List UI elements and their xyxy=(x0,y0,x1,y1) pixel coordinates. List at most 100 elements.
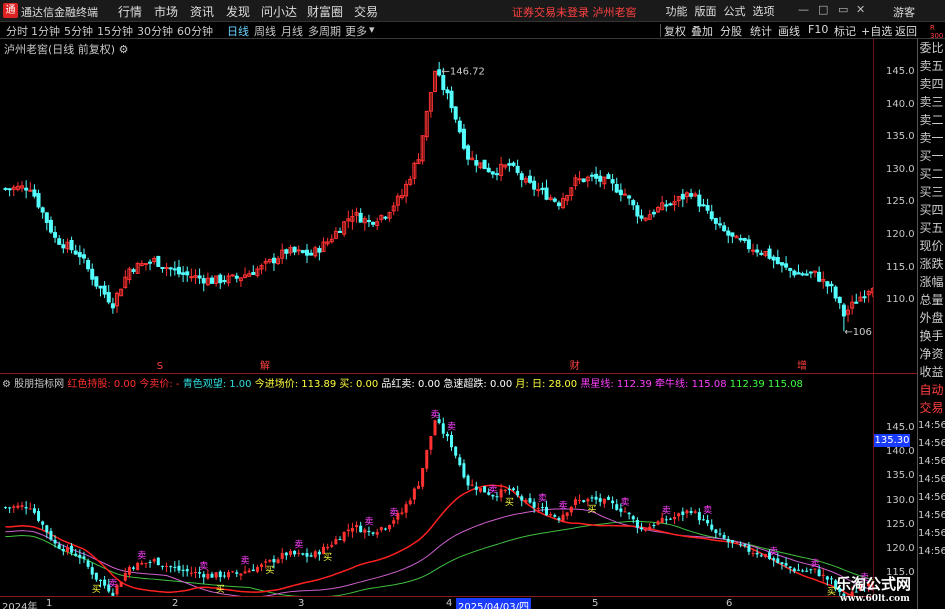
ind-candle-body xyxy=(739,544,743,546)
tf-15min[interactable]: 15分钟 xyxy=(97,23,133,39)
candle-body xyxy=(90,268,95,280)
side-item[interactable]: 买三 xyxy=(918,183,945,201)
price-tick: 145.0 xyxy=(886,66,915,77)
menu-faxian[interactable]: 发现 xyxy=(220,3,256,20)
side-item[interactable]: 卖二 xyxy=(918,111,945,129)
candle-body xyxy=(796,272,801,275)
menu-gongneng[interactable]: 功能 xyxy=(662,3,691,19)
candle-body xyxy=(730,232,735,237)
guest-label[interactable]: 游客 xyxy=(893,4,915,20)
tf-multi[interactable]: 多周期 xyxy=(308,23,341,39)
ind-candle-body xyxy=(664,519,668,521)
ind-candle-body xyxy=(578,500,582,502)
ind-candle-body xyxy=(57,544,61,549)
tf-30min[interactable]: 30分钟 xyxy=(137,23,173,39)
menu-wenxiaoda[interactable]: 问小达 xyxy=(256,3,302,20)
tf-5min[interactable]: 5分钟 xyxy=(64,23,93,39)
tf-fenshi[interactable]: 分时 xyxy=(6,23,28,39)
ind-candle-body xyxy=(346,529,350,532)
candle-body xyxy=(556,202,561,207)
tf-more[interactable]: 更多 xyxy=(345,23,367,39)
tool-back[interactable]: 返回 xyxy=(895,23,917,39)
ind-candle-body xyxy=(417,485,420,489)
tool-fuquan[interactable]: 复权 xyxy=(664,23,686,39)
gear-icon[interactable]: ⚙ xyxy=(2,379,14,390)
candle-body xyxy=(176,266,181,275)
indicator-item: 112.39 xyxy=(726,379,765,390)
candle-body xyxy=(552,198,557,202)
side-item[interactable]: 净资 xyxy=(918,345,945,363)
tf-1min[interactable]: 1分钟 xyxy=(31,23,60,39)
tool-biaoji[interactable]: 标记 xyxy=(834,23,856,39)
side-item[interactable]: 买一 xyxy=(918,147,945,165)
menu-xuanxiang[interactable]: 选项 xyxy=(749,3,778,19)
menu-gongshi[interactable]: 公式 xyxy=(720,3,749,19)
candlestick-chart[interactable]: ←146.72 ←106.75 S 解 财 增 xyxy=(0,39,873,374)
chevron-down-icon[interactable]: ▾ xyxy=(369,23,375,36)
tf-daily[interactable]: 日线 xyxy=(227,23,249,39)
ind-candle-body xyxy=(61,548,65,552)
side-item[interactable]: 买四 xyxy=(918,201,945,219)
side-item[interactable]: 现价 xyxy=(918,237,945,255)
side-item[interactable]: 买二 xyxy=(918,165,945,183)
ind-candle-body xyxy=(251,569,255,572)
tool-fengu[interactable]: 分股 xyxy=(720,23,742,39)
ind-candle-body xyxy=(78,554,82,558)
side-time-item: 14:56 xyxy=(918,474,945,485)
ind-candle-body xyxy=(280,553,284,559)
indicator-item: 红色持股: 0.00 xyxy=(67,379,137,390)
buy-tag: 买 xyxy=(92,584,101,595)
side-item[interactable]: 涨跌 xyxy=(918,255,945,273)
menu-jiaoyi[interactable]: 交易 xyxy=(348,3,384,20)
minimize-icon[interactable]: — xyxy=(798,3,809,16)
menu-banmian[interactable]: 版面 xyxy=(691,3,720,19)
side-item[interactable]: 卖五 xyxy=(918,57,945,75)
tool-add-watchlist[interactable]: +自选 xyxy=(861,23,892,39)
indicator-chart[interactable]: 买卖卖卖买卖买卖买卖卖卖卖卖买 卖卖 买卖卖 卖卖卖买卖 xyxy=(0,376,873,596)
candle-body xyxy=(457,120,462,133)
ind-candle-body xyxy=(144,562,148,564)
tool-huaxian[interactable]: 画线 xyxy=(778,23,800,39)
side-item[interactable]: 卖一 xyxy=(918,129,945,147)
ind-candle-body xyxy=(623,511,627,513)
ind-candle-body xyxy=(714,529,718,534)
menu-hangqing[interactable]: 行情 xyxy=(112,3,148,20)
tool-diejia[interactable]: 叠加 xyxy=(691,23,713,39)
candle-body xyxy=(738,238,743,241)
side-item[interactable]: 委比 xyxy=(918,39,945,57)
candle-body xyxy=(536,189,541,192)
sell-tag: 卖 xyxy=(108,578,117,589)
buy-tag: 买 xyxy=(323,552,332,563)
ind-candle-body xyxy=(772,558,776,561)
side-item[interactable]: 涨幅 xyxy=(918,273,945,291)
ind-candle-body xyxy=(606,496,610,500)
date-tick: 1 xyxy=(46,598,53,609)
ma-line-magenta xyxy=(5,508,873,596)
price-tick: 125.0 xyxy=(886,196,915,208)
menu-shichang[interactable]: 市场 xyxy=(148,3,184,20)
side-item[interactable]: 总量 xyxy=(918,291,945,309)
side-item[interactable]: 卖三 xyxy=(918,93,945,111)
event-marker: 财 xyxy=(570,359,580,372)
tf-monthly[interactable]: 月线 xyxy=(281,23,303,39)
side-item[interactable]: 外盘 xyxy=(918,309,945,327)
ind-candle-body xyxy=(317,551,321,555)
side-panel: 委比 卖五 卖四 卖三 卖二 卖一 买一 买二 买三 买四 买五 现价 涨跌 涨幅 总量 外盘 换手 净资 收益 自动… xyxy=(917,39,945,609)
menu-caifuquan[interactable]: 财富圈 xyxy=(302,3,348,20)
restore-icon[interactable]: ▭ xyxy=(838,3,848,16)
login-alert[interactable]: 证券交易未登录 泸州老窖 xyxy=(512,4,637,20)
price-tick: 140.0 xyxy=(886,98,915,110)
side-item[interactable]: 换手 xyxy=(918,327,945,345)
tf-weekly[interactable]: 周线 xyxy=(254,23,276,39)
maximize-icon[interactable]: □ xyxy=(818,3,828,16)
side-item[interactable]: 卖四 xyxy=(918,75,945,93)
tf-60min[interactable]: 60分钟 xyxy=(177,23,213,39)
close-icon[interactable]: ✕ xyxy=(856,3,865,16)
menu-zixun[interactable]: 资讯 xyxy=(184,3,220,20)
side-item[interactable]: 收益 xyxy=(918,363,945,381)
tool-f10[interactable]: F10 xyxy=(808,23,828,36)
side-item[interactable]: 买五 xyxy=(918,219,945,237)
tool-tongji[interactable]: 统计 xyxy=(750,23,772,39)
indicator-name[interactable]: 股朋指标网 xyxy=(14,379,64,390)
ind-candle-body xyxy=(103,579,107,586)
